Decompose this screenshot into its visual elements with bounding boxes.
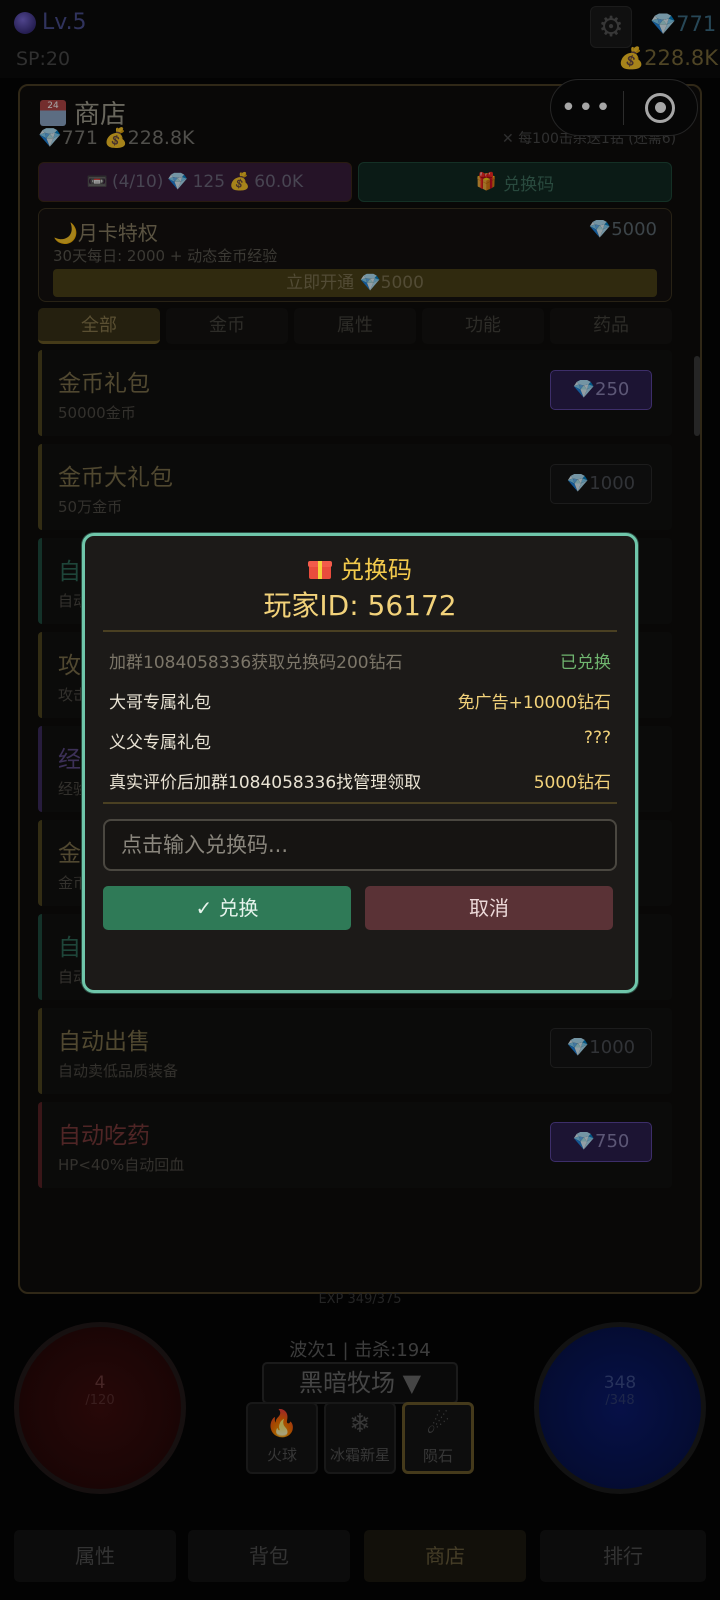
reward-row: 大哥专属礼包 免广告+10000钻石: [109, 693, 611, 713]
player-id: 玩家ID: 56172: [263, 589, 457, 622]
redeem-cancel-button[interactable]: 取消: [365, 886, 613, 930]
divider: [103, 802, 617, 804]
redeem-confirm-button[interactable]: ✓ 兑换: [103, 886, 351, 930]
reward-row: 加群1084058336获取兑换码200钻石 已兑换: [109, 653, 611, 673]
reward-row: 义父专属礼包 ???: [109, 728, 611, 753]
divider: [103, 630, 617, 632]
gift-icon: [308, 556, 332, 580]
modal-title: 兑换码: [85, 550, 635, 585]
reward-row: 真实评价后加群1084058336找管理领取 5000钻石: [109, 773, 611, 793]
check-icon: ✓: [195, 896, 219, 920]
redeem-code-input[interactable]: 点击输入兑换码...: [103, 819, 617, 871]
redeem-code-modal: 兑换码 玩家ID: 56172 加群1084058336获取兑换码200钻石 已…: [82, 533, 638, 993]
